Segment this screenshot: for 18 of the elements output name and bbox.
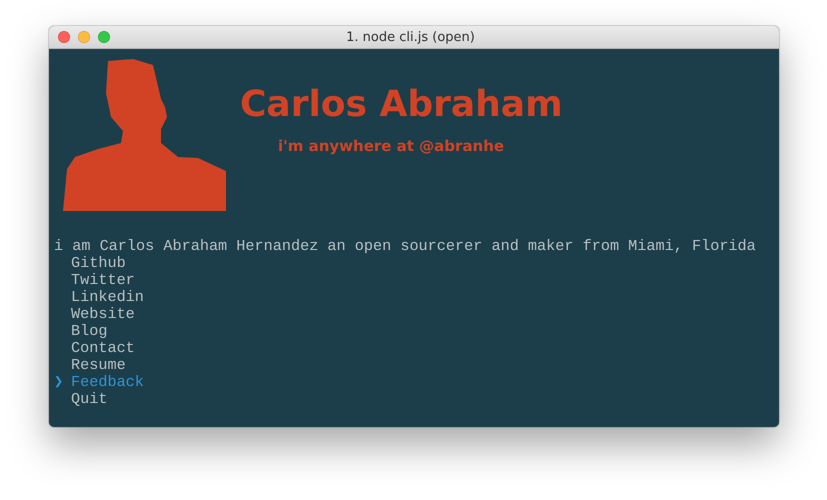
close-button[interactable] <box>58 31 70 43</box>
profile-name: Carlos Abraham <box>240 85 563 125</box>
menu-item[interactable]: Linkedin <box>71 289 144 306</box>
pointer-icon: ❯ <box>54 373 64 391</box>
person-silhouette-icon <box>63 59 228 211</box>
zoom-button[interactable] <box>98 31 110 43</box>
menu-item[interactable]: Website <box>71 306 135 323</box>
minimize-button[interactable] <box>78 31 90 43</box>
intro-text: i am Carlos Abraham Hernandez an open sourcerer and maker from Miami, Florida <box>54 238 757 255</box>
menu-item[interactable]: Quit <box>71 391 108 408</box>
menu-item[interactable]: Contact <box>71 340 135 357</box>
profile-tagline: i'm anywhere at @abranhe <box>278 136 506 155</box>
menu-item[interactable]: Resume <box>71 357 126 374</box>
window-title: 1. node cli.js (open) <box>346 30 476 44</box>
menu-item[interactable]: Feedback <box>71 374 144 391</box>
menu-item[interactable]: Twitter <box>71 272 135 289</box>
menu-item[interactable]: Github <box>71 255 126 272</box>
menu-item[interactable]: Blog <box>71 323 108 340</box>
